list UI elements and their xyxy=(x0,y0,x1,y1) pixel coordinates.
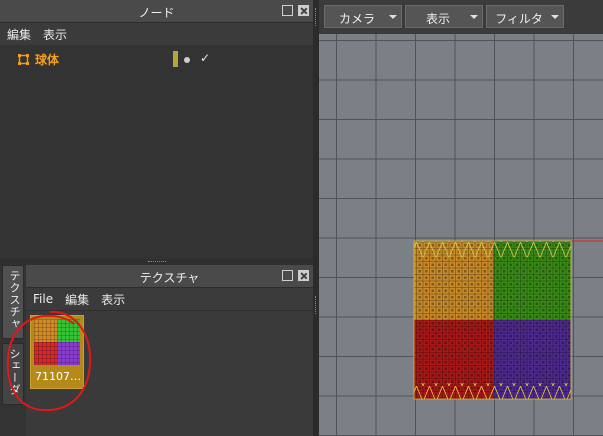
side-tab-strip: テクスチャ シェーダ xyxy=(0,265,26,436)
tab-shader[interactable]: シェーダ xyxy=(2,343,24,405)
mesh-node-icon xyxy=(18,54,29,65)
uv-viewport[interactable] xyxy=(319,34,603,436)
filter-dropdown[interactable]: フィルタ xyxy=(486,5,564,28)
node-color-bar xyxy=(173,51,178,67)
chevron-down-icon xyxy=(551,15,559,19)
menu-file[interactable]: File xyxy=(33,292,53,306)
tab-texture[interactable]: テクスチャ xyxy=(2,265,24,339)
menu-view[interactable]: 表示 xyxy=(101,291,125,308)
texture-panel: テクスチャ File 編集 表示 71107… xyxy=(26,265,313,436)
texture-panel-titlebar[interactable]: テクスチャ xyxy=(26,265,313,288)
camera-dropdown[interactable]: カメラ xyxy=(324,5,402,28)
node-list: 球体 ✓ xyxy=(0,45,313,259)
close-icon[interactable] xyxy=(298,270,309,281)
display-label: 表示 xyxy=(425,12,450,26)
node-panel: ノード 編集 表示 球体 ✓ xyxy=(0,0,313,259)
camera-label: カメラ xyxy=(338,12,375,26)
restore-icon[interactable] xyxy=(282,5,293,16)
node-panel-titlebar[interactable]: ノード xyxy=(0,0,313,23)
texture-item-label: 71107… xyxy=(35,370,81,383)
uv-mesh xyxy=(413,240,603,400)
texture-thumbnail xyxy=(34,319,80,365)
menu-edit[interactable]: 編集 xyxy=(7,26,31,43)
chevron-down-icon xyxy=(389,15,397,19)
menu-view[interactable]: 表示 xyxy=(43,26,67,43)
viewport-toolbar: カメラ 表示 フィルタ xyxy=(319,0,603,34)
node-item-sphere[interactable]: 球体 xyxy=(18,51,59,68)
texture-item[interactable]: 71107… xyxy=(30,315,84,389)
tab-texture-label: テクスチャ xyxy=(8,270,21,330)
filter-label: フィルタ xyxy=(495,12,543,26)
restore-icon[interactable] xyxy=(282,270,293,281)
texture-panel-title: テクスチャ xyxy=(139,271,200,285)
menu-edit[interactable]: 編集 xyxy=(65,291,89,308)
texture-menubar: File 編集 表示 xyxy=(26,288,313,311)
visibility-dot-icon[interactable] xyxy=(184,57,190,63)
display-dropdown[interactable]: 表示 xyxy=(405,5,483,28)
close-icon[interactable] xyxy=(298,5,309,16)
texture-list: 71107… xyxy=(26,311,313,436)
node-panel-title: ノード xyxy=(138,6,175,20)
lock-check-icon[interactable]: ✓ xyxy=(200,51,210,65)
chevron-down-icon xyxy=(470,15,478,19)
tab-shader-label: シェーダ xyxy=(8,348,21,396)
node-menubar: 編集 表示 xyxy=(0,23,313,46)
node-item-label: 球体 xyxy=(35,53,60,67)
